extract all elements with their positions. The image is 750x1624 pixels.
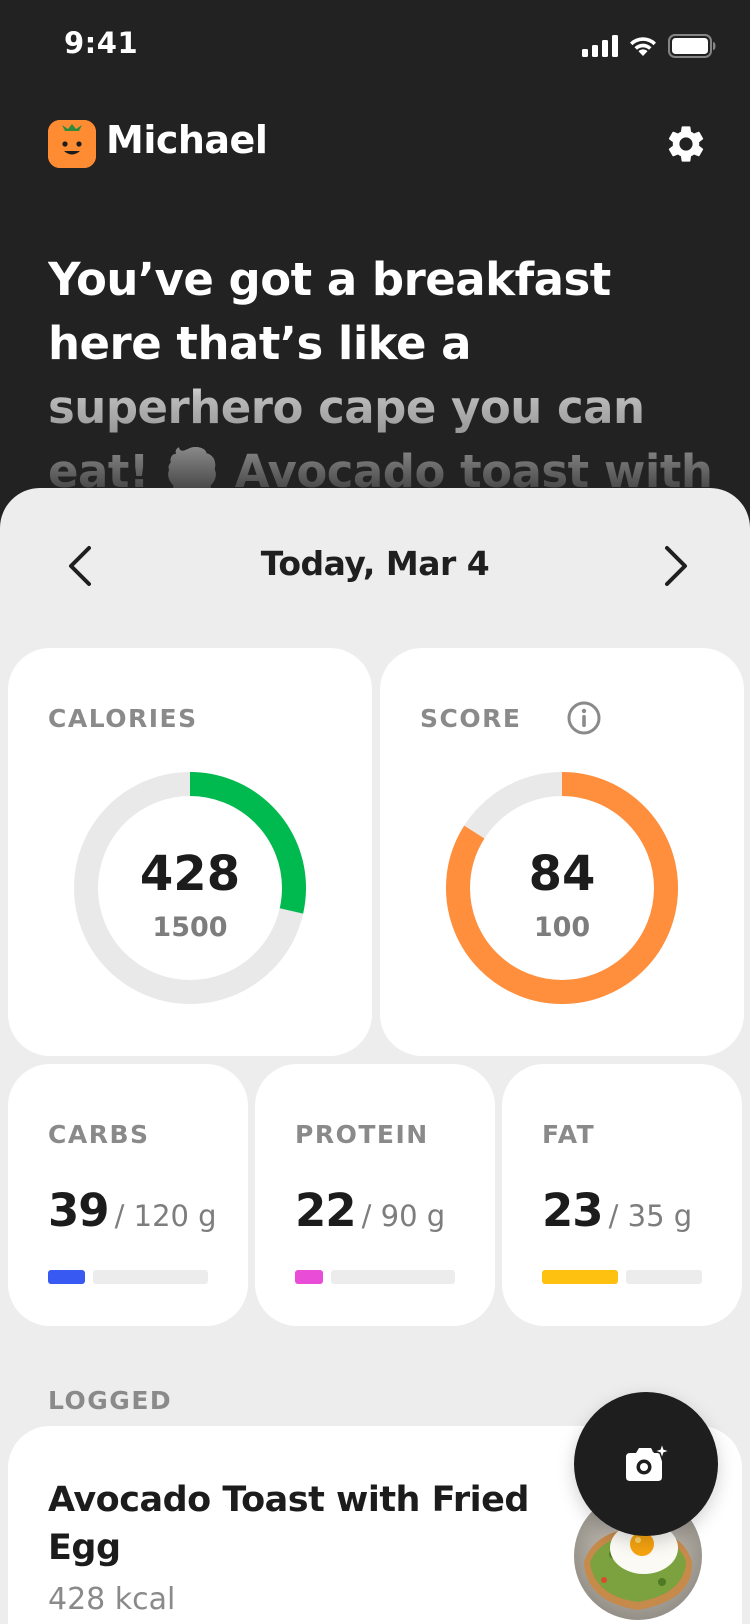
score-value: 84 (528, 846, 596, 902)
camera-capture-button[interactable] (574, 1392, 718, 1536)
hero-message-container: You’ve got a breakfast here that’s like … (48, 248, 718, 488)
meal-title: Avocado Toast with Fried Egg (48, 1480, 529, 1568)
protein-progress-remaining (331, 1270, 455, 1284)
carbs-amount: 39/ 120 g (48, 1184, 217, 1237)
logged-section-label: LOGGED (48, 1386, 173, 1415)
protein-label: PROTEIN (295, 1120, 429, 1149)
protein-card[interactable]: PROTEIN 22/ 90 g (255, 1064, 495, 1326)
calories-card[interactable]: CALORIES 428 1500 (8, 648, 372, 1056)
meal-calories: 428 kcal (48, 1582, 176, 1617)
fat-value: 23 (542, 1184, 604, 1237)
signal-icon (582, 35, 618, 57)
carbs-goal: / 120 g (114, 1199, 217, 1233)
app-logo (48, 120, 96, 168)
score-label: SCORE (420, 704, 522, 733)
fat-goal: / 35 g (608, 1199, 693, 1233)
score-ring: 84 100 (442, 768, 682, 1008)
protein-amount: 22/ 90 g (295, 1184, 445, 1237)
fat-label: FAT (542, 1120, 596, 1149)
wifi-icon (630, 37, 656, 56)
carbs-progress-fill (48, 1270, 85, 1284)
score-goal: 100 (533, 912, 591, 943)
calories-goal: 1500 (152, 912, 228, 943)
fat-amount: 23/ 35 g (542, 1184, 692, 1237)
protein-value: 22 (295, 1184, 357, 1237)
protein-progress-fill (295, 1270, 323, 1284)
calories-value: 428 (139, 846, 241, 902)
carbs-value: 39 (48, 1184, 110, 1237)
fat-progress-bar (542, 1270, 702, 1284)
status-time: 9:41 (64, 26, 139, 60)
calories-ring: 428 1500 (70, 768, 310, 1008)
protein-progress-bar (295, 1270, 455, 1284)
carbs-progress-remaining (93, 1270, 208, 1284)
score-card[interactable]: SCORE 84 100 (380, 648, 744, 1056)
settings-button[interactable] (664, 122, 708, 166)
user-name: Michael (106, 118, 268, 162)
status-bar: 9:41 (0, 0, 750, 92)
info-icon[interactable] (566, 700, 602, 736)
carbs-card[interactable]: CARBS 39/ 120 g (8, 1064, 248, 1326)
gear-icon (668, 126, 704, 162)
next-day-button[interactable] (646, 536, 706, 596)
chevron-right-icon (665, 546, 687, 586)
protein-goal: / 90 g (361, 1199, 446, 1233)
fat-progress-fill (542, 1270, 618, 1284)
fat-progress-remaining (626, 1270, 702, 1284)
fat-card[interactable]: FAT 23/ 35 g (502, 1064, 742, 1326)
header: Michael (48, 118, 708, 168)
hero-message: You’ve got a breakfast here that’s like … (48, 248, 718, 488)
calories-label: CALORIES (48, 704, 198, 733)
battery-icon (668, 34, 716, 58)
carbs-progress-bar (48, 1270, 208, 1284)
date-navigator: Today, Mar 4 (0, 488, 750, 648)
carbs-label: CARBS (48, 1120, 150, 1149)
date-label: Today, Mar 4 (260, 544, 490, 583)
camera-sparkle-icon (626, 1443, 670, 1481)
status-icons (582, 34, 716, 58)
